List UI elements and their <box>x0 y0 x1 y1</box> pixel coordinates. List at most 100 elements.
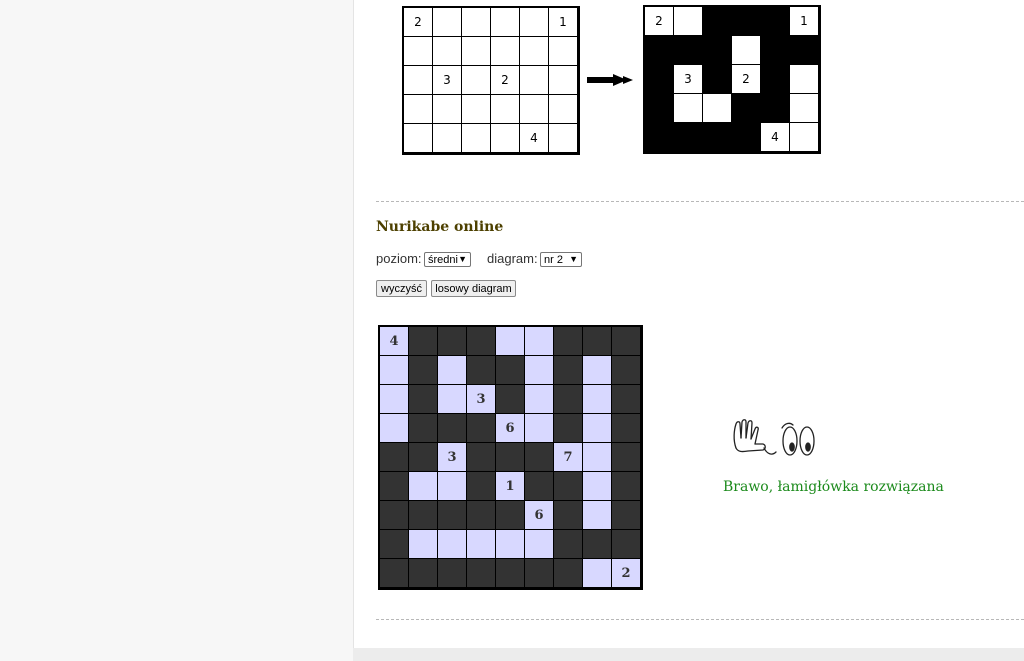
wall-cell[interactable] <box>612 472 641 501</box>
wall-cell[interactable] <box>467 472 496 501</box>
island-cell[interactable] <box>496 530 525 559</box>
divider <box>376 619 1024 620</box>
island-cell[interactable] <box>525 356 554 385</box>
wall-cell[interactable] <box>612 443 641 472</box>
wall-cell[interactable] <box>438 501 467 530</box>
clue-cell[interactable]: 2 <box>612 559 641 588</box>
wall-cell[interactable] <box>467 443 496 472</box>
island-cell[interactable] <box>583 472 612 501</box>
wall-cell[interactable] <box>612 501 641 530</box>
island-cell[interactable] <box>525 530 554 559</box>
island-cell[interactable] <box>525 385 554 414</box>
island-cell[interactable] <box>496 327 525 356</box>
island-cell[interactable] <box>525 414 554 443</box>
white-cell <box>520 8 549 37</box>
diagram-select[interactable]: nr 2 ▼ <box>540 252 582 267</box>
wall-cell[interactable] <box>554 327 583 356</box>
island-cell[interactable] <box>525 327 554 356</box>
clue-cell[interactable]: 6 <box>525 501 554 530</box>
clue-cell[interactable]: 4 <box>380 327 409 356</box>
wall-cell[interactable] <box>409 356 438 385</box>
island-cell[interactable] <box>438 356 467 385</box>
white-cell <box>404 37 433 66</box>
island-cell[interactable] <box>409 530 438 559</box>
island-cell[interactable] <box>438 530 467 559</box>
white-cell <box>790 65 819 94</box>
island-cell[interactable] <box>583 559 612 588</box>
wall-cell[interactable] <box>554 385 583 414</box>
wall-cell[interactable] <box>380 559 409 588</box>
wall-cell[interactable] <box>496 501 525 530</box>
wall-cell[interactable] <box>612 327 641 356</box>
puzzle-board: 43637162 <box>378 325 643 590</box>
wall-cell[interactable] <box>496 385 525 414</box>
wall-cell[interactable] <box>496 559 525 588</box>
black-cell <box>761 65 790 94</box>
clue-cell[interactable]: 7 <box>554 443 583 472</box>
level-select[interactable]: średni ▼ <box>424 252 471 267</box>
black-cell <box>790 36 819 65</box>
wall-cell[interactable] <box>409 501 438 530</box>
wall-cell[interactable] <box>583 327 612 356</box>
example-solved-grid: 21324 <box>643 5 821 154</box>
clue-cell[interactable]: 3 <box>438 443 467 472</box>
wall-cell[interactable] <box>554 472 583 501</box>
wall-cell[interactable] <box>409 414 438 443</box>
island-cell[interactable] <box>583 414 612 443</box>
wall-cell[interactable] <box>467 559 496 588</box>
wall-cell[interactable] <box>380 501 409 530</box>
wall-cell[interactable] <box>438 327 467 356</box>
island-cell[interactable] <box>380 414 409 443</box>
wall-cell[interactable] <box>467 356 496 385</box>
clue-cell[interactable]: 3 <box>467 385 496 414</box>
wall-cell[interactable] <box>438 559 467 588</box>
island-cell[interactable] <box>380 385 409 414</box>
wall-cell[interactable] <box>467 414 496 443</box>
white-cell <box>433 37 462 66</box>
wall-cell[interactable] <box>612 530 641 559</box>
wall-cell[interactable] <box>554 501 583 530</box>
wall-cell[interactable] <box>409 559 438 588</box>
wall-cell[interactable] <box>554 356 583 385</box>
island-cell[interactable] <box>583 356 612 385</box>
game-title: Nurikabe online <box>376 219 504 235</box>
island-cell[interactable] <box>467 530 496 559</box>
wall-cell[interactable] <box>612 414 641 443</box>
white-cell <box>520 66 549 95</box>
island-cell[interactable] <box>583 501 612 530</box>
wall-cell[interactable] <box>380 530 409 559</box>
wall-cell[interactable] <box>438 414 467 443</box>
wall-cell[interactable] <box>525 559 554 588</box>
island-cell[interactable] <box>409 472 438 501</box>
clue-cell[interactable]: 1 <box>496 472 525 501</box>
wall-cell[interactable] <box>612 356 641 385</box>
wall-cell[interactable] <box>525 472 554 501</box>
random-diagram-button[interactable]: losowy diagram <box>431 280 516 297</box>
island-cell[interactable] <box>438 472 467 501</box>
island-cell[interactable] <box>380 356 409 385</box>
wall-cell[interactable] <box>583 530 612 559</box>
wall-cell[interactable] <box>496 356 525 385</box>
diagram-label: diagram: <box>487 251 538 266</box>
wall-cell[interactable] <box>467 327 496 356</box>
wall-cell[interactable] <box>525 443 554 472</box>
wall-cell[interactable] <box>467 501 496 530</box>
island-cell[interactable] <box>583 443 612 472</box>
wall-cell[interactable] <box>554 414 583 443</box>
wall-cell[interactable] <box>380 472 409 501</box>
black-cell <box>761 7 790 36</box>
wall-cell[interactable] <box>496 443 525 472</box>
clue-cell[interactable]: 6 <box>496 414 525 443</box>
wall-cell[interactable] <box>554 559 583 588</box>
wall-cell[interactable] <box>612 385 641 414</box>
wall-cell[interactable] <box>409 327 438 356</box>
clear-button[interactable]: wyczyść <box>376 280 427 297</box>
wall-cell[interactable] <box>409 443 438 472</box>
black-cell <box>703 7 732 36</box>
white-cell <box>549 124 578 153</box>
wall-cell[interactable] <box>380 443 409 472</box>
island-cell[interactable] <box>438 385 467 414</box>
wall-cell[interactable] <box>409 385 438 414</box>
wall-cell[interactable] <box>554 530 583 559</box>
island-cell[interactable] <box>583 385 612 414</box>
